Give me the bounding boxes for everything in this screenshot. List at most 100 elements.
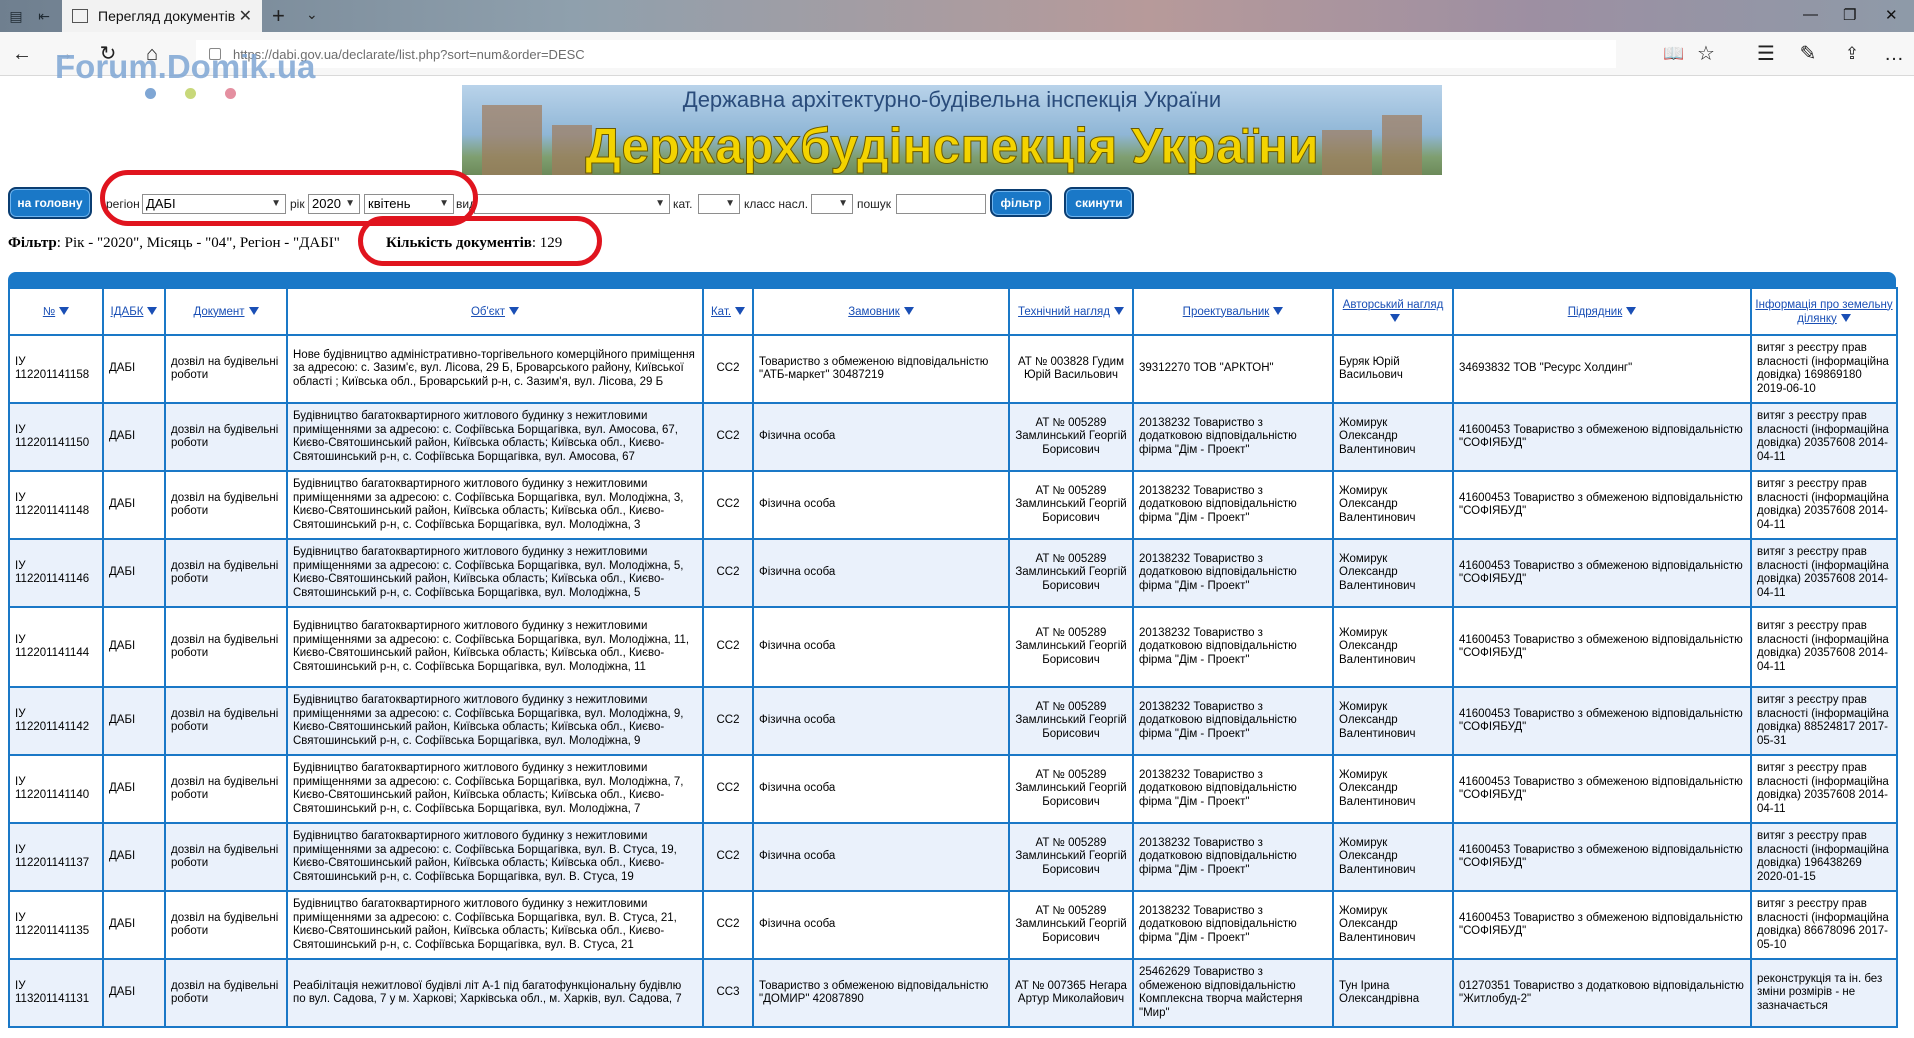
cell-category: СС2 (704, 472, 752, 538)
watermark-dot (225, 88, 236, 99)
cell-category: СС2 (704, 540, 752, 606)
cell-category: СС2 (704, 404, 752, 470)
filter-summary: Фільтр: Рік - "2020", Місяць - "04", Рег… (8, 235, 340, 252)
cell-author-supervision: Жомирук Олександр Валентинович (1334, 756, 1452, 822)
search-input[interactable] (896, 194, 986, 214)
cell-designer: 20138232 Товариство з додатковою відпові… (1134, 688, 1332, 754)
cell-customer: Фізична особа (754, 540, 1008, 606)
column-header-contractor[interactable]: Підрядник (1454, 289, 1750, 334)
cell-idabk: ДАБІ (104, 824, 164, 890)
sort-arrow-icon (509, 307, 520, 316)
column-header-object[interactable]: Об'єкт (288, 289, 702, 334)
column-header-category[interactable]: Кат. (704, 289, 752, 334)
cell-object: Будівництво багатоквартирного житлового … (288, 892, 702, 958)
back-arrow-icon[interactable]: ← (10, 42, 34, 66)
home-button[interactable]: на головну (8, 187, 92, 219)
class-select[interactable]: ▼ (811, 194, 853, 214)
cell-object: Будівництво багатоквартирного житлового … (288, 540, 702, 606)
cell-author-supervision: Жомирук Олександр Валентинович (1334, 892, 1452, 958)
cell-document: дозвіл на будівельні роботи (166, 540, 286, 606)
share-icon[interactable]: ⇪ (1840, 42, 1864, 66)
column-header-author-supervision[interactable]: Авторський нагляд (1334, 289, 1452, 334)
cell-designer: 20138232 Товариство з додатковою відпові… (1134, 472, 1332, 538)
table-row[interactable]: ІУ 112201141144 ДАБІ дозвіл на будівельн… (10, 608, 1896, 686)
header-label: Авторський нагляд (1342, 298, 1444, 311)
cell-land-info: витяг з реєстру прав власності (інформац… (1752, 892, 1896, 958)
filter-button[interactable]: фільтр (990, 189, 1052, 217)
close-window-icon[interactable]: ✕ (1885, 6, 1898, 24)
table-row[interactable]: ІУ 112201141135 ДАБІ дозвіл на будівельн… (10, 892, 1896, 958)
cell-object: Будівництво багатоквартирного житлового … (288, 608, 702, 686)
cell-number: ІУ 112201141137 (10, 824, 102, 890)
sort-arrow-icon (59, 307, 70, 316)
cell-tech-supervision: АТ № 005289 Замлинський Георгій Борисови… (1010, 608, 1132, 686)
cell-customer: Фізична особа (754, 756, 1008, 822)
column-header-designer[interactable]: Проектувальник (1134, 289, 1332, 334)
tab-actions-icon[interactable]: ▤ (6, 6, 26, 26)
column-header-number[interactable]: № (10, 289, 102, 334)
cell-object: Реабілітація нежитлової будівлі літ А-1 … (288, 960, 702, 1026)
table-row[interactable]: ІУ 112201141140 ДАБІ дозвіл на будівельн… (10, 756, 1896, 822)
favorites-hub-icon[interactable]: ☰ (1754, 42, 1778, 66)
cell-contractor: 41600453 Товариство з обмеженою відповід… (1454, 404, 1750, 470)
category-select[interactable]: ▼ (698, 194, 740, 214)
cell-number: ІУ 113201141131 (10, 960, 102, 1026)
cell-customer: Товариство з обмеженою відповідальністю … (754, 960, 1008, 1026)
cell-land-info: витяг з реєстру прав власності (інформац… (1752, 540, 1896, 606)
chevron-down-icon: ▼ (725, 198, 735, 209)
cell-author-supervision: Жомирук Олександр Валентинович (1334, 540, 1452, 606)
sort-arrow-icon (248, 307, 259, 316)
sort-arrow-icon (903, 307, 914, 316)
cell-idabk: ДАБІ (104, 608, 164, 686)
cell-customer: Фізична особа (754, 404, 1008, 470)
column-header-idabk[interactable]: ІДАБК (104, 289, 164, 334)
table-row[interactable]: ІУ 112201141148 ДАБІ дозвіл на будівельн… (10, 472, 1896, 538)
table-row[interactable]: ІУ 112201141150 ДАБІ дозвіл на будівельн… (10, 404, 1896, 470)
column-header-document[interactable]: Документ (166, 289, 286, 334)
cell-designer: 20138232 Товариство з додатковою відпові… (1134, 756, 1332, 822)
cell-land-info: витяг з реєстру прав власності (інформац… (1752, 608, 1896, 686)
more-menu-icon[interactable]: … (1882, 42, 1906, 66)
cell-document: дозвіл на будівельні роботи (166, 756, 286, 822)
type-select[interactable]: ▼ (474, 194, 670, 214)
browser-tab[interactable]: Перегляд документів ✕ (62, 0, 262, 32)
cell-idabk: ДАБІ (104, 960, 164, 1026)
address-bar[interactable]: https://dabi.gov.ua/declarate/list.php?s… (196, 40, 1616, 68)
column-header-land-info[interactable]: Інформація про земельну ділянку (1752, 289, 1896, 334)
notes-pen-icon[interactable]: ✎ (1796, 42, 1820, 66)
cell-tech-supervision: АТ № 005289 Замлинський Георгій Борисови… (1010, 824, 1132, 890)
chevron-down-icon: ▼ (838, 198, 848, 209)
table-header-row: № ІДАБК Документ Об'єкт Кат. Замовник Те… (10, 289, 1896, 334)
reading-view-icon[interactable]: 📖 (1662, 42, 1686, 66)
restore-icon[interactable]: ❐ (1843, 6, 1856, 24)
cell-author-supervision: Жомирук Олександр Валентинович (1334, 824, 1452, 890)
cell-contractor: 41600453 Товариство з обмеженою відповід… (1454, 540, 1750, 606)
column-header-tech-supervision[interactable]: Технічний нагляд (1010, 289, 1132, 334)
cell-contractor: 41600453 Товариство з обмеженою відповід… (1454, 472, 1750, 538)
header-label: № (42, 305, 56, 318)
table-row[interactable]: ІУ 112201141146 ДАБІ дозвіл на будівельн… (10, 540, 1896, 606)
cell-number: ІУ 112201141135 (10, 892, 102, 958)
reset-button[interactable]: скинути (1064, 187, 1134, 219)
table-row[interactable]: ІУ 112201141137 ДАБІ дозвіл на будівельн… (10, 824, 1896, 890)
table-row[interactable]: ІУ 112201141158 ДАБІ дозвіл на будівельн… (10, 336, 1896, 402)
table-row[interactable]: ІУ 112201141142 ДАБІ дозвіл на будівельн… (10, 688, 1896, 754)
cell-document: дозвіл на будівельні роботи (166, 404, 286, 470)
cell-idabk: ДАБІ (104, 688, 164, 754)
column-header-customer[interactable]: Замовник (754, 289, 1008, 334)
cell-object: Будівництво багатоквартирного житлового … (288, 472, 702, 538)
favorite-star-icon[interactable]: ☆ (1694, 42, 1718, 66)
banner-title: Держархбудінспекція України (585, 118, 1320, 175)
cell-number: ІУ 112201141146 (10, 540, 102, 606)
new-tab-icon[interactable]: + (272, 3, 285, 29)
table-row[interactable]: ІУ 113201141131 ДАБІ дозвіл на будівельн… (10, 960, 1896, 1026)
close-tab-icon[interactable]: ✕ (239, 6, 252, 26)
tab-list-chevron-icon[interactable]: ⌄ (306, 6, 318, 23)
sort-arrow-icon (147, 307, 158, 316)
cell-author-supervision: Буряк Юрій Васильович (1334, 336, 1452, 402)
cell-tech-supervision: АТ № 005289 Замлинський Георгій Борисови… (1010, 688, 1132, 754)
sort-arrow-icon (1390, 314, 1400, 323)
site-banner: Державна архітектурно-будівельна інспекц… (462, 85, 1442, 175)
set-aside-tabs-icon[interactable]: ⇤ (34, 6, 54, 26)
minimize-icon[interactable]: — (1803, 6, 1818, 23)
